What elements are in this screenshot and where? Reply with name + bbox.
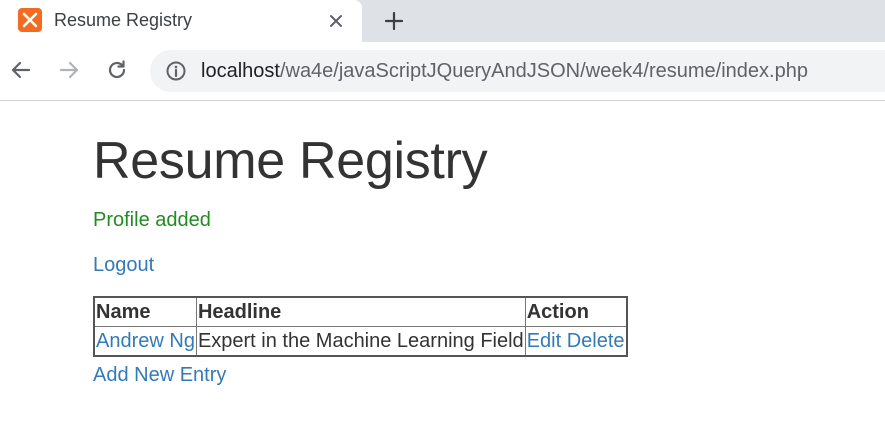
edit-link[interactable]: Edit <box>527 330 561 352</box>
tab-strip: Resume Registry <box>0 0 885 42</box>
plus-icon[interactable] <box>380 7 408 35</box>
column-header-name: Name <box>93 296 197 327</box>
forward-arrow-icon[interactable] <box>55 56 83 84</box>
headline-cell: Expert in the Machine Learning Field <box>195 326 526 357</box>
reload-icon[interactable] <box>103 56 131 84</box>
flash-message: Profile added <box>93 209 211 231</box>
tab-title: Resume Registry <box>54 10 193 30</box>
page-title: Resume Registry <box>93 132 488 190</box>
close-icon[interactable] <box>324 9 348 33</box>
delete-link[interactable]: Delete <box>567 330 625 352</box>
browser-tab[interactable]: Resume Registry <box>0 0 362 42</box>
action-cell: Edit Delete <box>524 326 628 357</box>
table-row: Andrew Ng Expert in the Machine Learning… <box>93 326 628 357</box>
address-bar[interactable]: localhost/wa4e/javaScriptJQueryAndJSON/w… <box>150 50 885 92</box>
logout-link[interactable]: Logout <box>93 254 154 277</box>
profiles-table: Name Headline Action Andrew Ng Expert in… <box>93 296 628 357</box>
url-path: /wa4e/javaScriptJQueryAndJSON/week4/resu… <box>279 60 808 82</box>
browser-toolbar: localhost/wa4e/javaScriptJQueryAndJSON/w… <box>0 42 885 101</box>
profile-name-link[interactable]: Andrew Ng <box>96 330 195 352</box>
name-cell: Andrew Ng <box>93 326 197 357</box>
back-arrow-icon[interactable] <box>7 56 35 84</box>
xampp-icon <box>18 8 42 32</box>
table-header-row: Name Headline Action <box>93 296 628 327</box>
info-icon[interactable] <box>166 61 186 81</box>
url-text[interactable]: localhost/wa4e/javaScriptJQueryAndJSON/w… <box>201 60 808 83</box>
add-new-entry-link[interactable]: Add New Entry <box>93 364 226 387</box>
column-header-action: Action <box>524 296 628 327</box>
url-host: localhost <box>201 60 280 82</box>
column-header-headline: Headline <box>195 296 526 327</box>
